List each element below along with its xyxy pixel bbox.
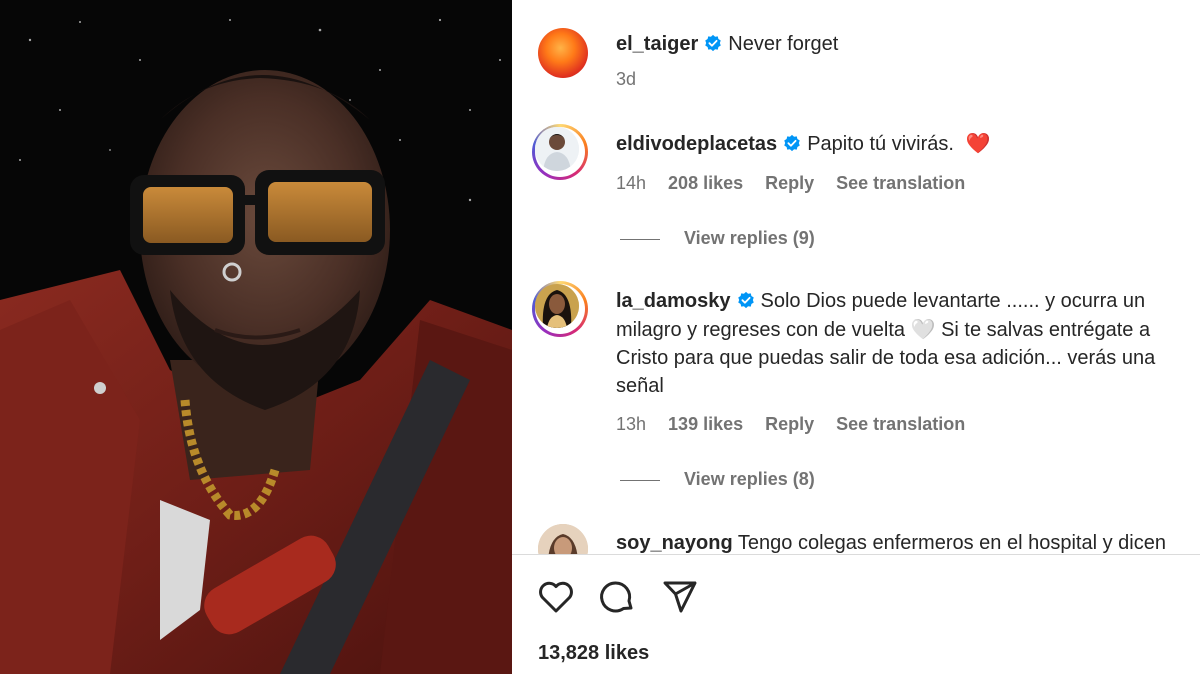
reply-button[interactable]: Reply: [765, 414, 814, 434]
post-photo: [0, 0, 512, 674]
view-replies-button[interactable]: View replies (8): [684, 469, 815, 489]
comment-text-line1: Solo Dios puede levantarte ...... y ocur…: [760, 290, 1146, 312]
heart-icon[interactable]: [536, 577, 576, 617]
comment-text-line2: milagro y regreses con de vuelta: [616, 319, 906, 341]
comment-likes[interactable]: 208 likes: [668, 173, 743, 193]
commenter-username[interactable]: la_damosky: [616, 290, 731, 312]
comments-list[interactable]: el_taiger Never forget 3d eldivodeplaceta…: [512, 0, 1200, 554]
comment-text: Papito tú vivirás.: [807, 133, 954, 155]
caption-text: Never forget: [728, 33, 839, 55]
view-replies[interactable]: View replies (8): [620, 468, 815, 490]
verified-badge-icon: [705, 34, 722, 52]
reply-button[interactable]: Reply: [765, 173, 814, 193]
replies-divider: [620, 238, 660, 240]
verified-badge-icon: [784, 134, 800, 152]
replies-divider: [620, 479, 660, 481]
comment-line: soy_nayong Tengo colegas enfermeros en e…: [616, 529, 1166, 554]
author-avatar[interactable]: [538, 28, 588, 78]
commenter-username[interactable]: eldivodeplacetas: [616, 133, 777, 155]
commenter-avatar[interactable]: [538, 524, 588, 554]
comment-icon[interactable]: [598, 577, 638, 617]
commenter-avatar[interactable]: [532, 281, 588, 337]
view-replies-button[interactable]: View replies (9): [684, 228, 815, 248]
see-translation-button[interactable]: See translation: [836, 414, 965, 434]
comments-panel: el_taiger Never forget 3d eldivodeplaceta…: [512, 0, 1200, 674]
comment-text: Tengo colegas enfermeros en el hospital …: [737, 532, 1166, 554]
comment-text-line3: Cristo para que puedas salir de toda esa…: [616, 347, 1156, 369]
share-icon[interactable]: [660, 577, 700, 617]
verified-badge-icon: [737, 291, 754, 309]
comment-text-body: milagro y regreses con de vuelta 🤍 Si te…: [616, 316, 1196, 400]
actions-divider: [512, 554, 1200, 555]
comment-time: 14h: [616, 173, 647, 193]
comment-text-line4: señal: [616, 375, 664, 397]
comment-text-line2-end: Si te salvas entrégate a: [941, 319, 1151, 341]
commenter-avatar[interactable]: [532, 124, 588, 180]
comment-time: 13h: [616, 414, 647, 434]
caption-line: el_taiger Never forget: [616, 30, 838, 58]
comment-meta: 13h 139 likes Reply See translation: [616, 413, 987, 435]
red-heart-emoji: ❤️: [965, 133, 991, 155]
caption-meta: 3d: [616, 68, 658, 90]
post-likes-count[interactable]: 13,828 likes: [538, 642, 649, 665]
view-replies[interactable]: View replies (9): [620, 227, 815, 249]
comment-likes[interactable]: 139 likes: [668, 414, 743, 434]
comment-meta: 14h 208 likes Reply See translation: [616, 172, 987, 194]
see-translation-button[interactable]: See translation: [836, 173, 965, 193]
author-username[interactable]: el_taiger: [616, 33, 698, 55]
caption-age: 3d: [616, 69, 637, 89]
comment-line: eldivodeplacetas Papito tú vivirás. ❤️: [616, 130, 990, 158]
white-heart-emoji: 🤍: [910, 319, 936, 341]
post-media: [0, 0, 512, 674]
commenter-username[interactable]: soy_nayong: [616, 532, 733, 554]
comment-line: la_damosky Solo Dios puede levantarte ...…: [616, 287, 1145, 315]
